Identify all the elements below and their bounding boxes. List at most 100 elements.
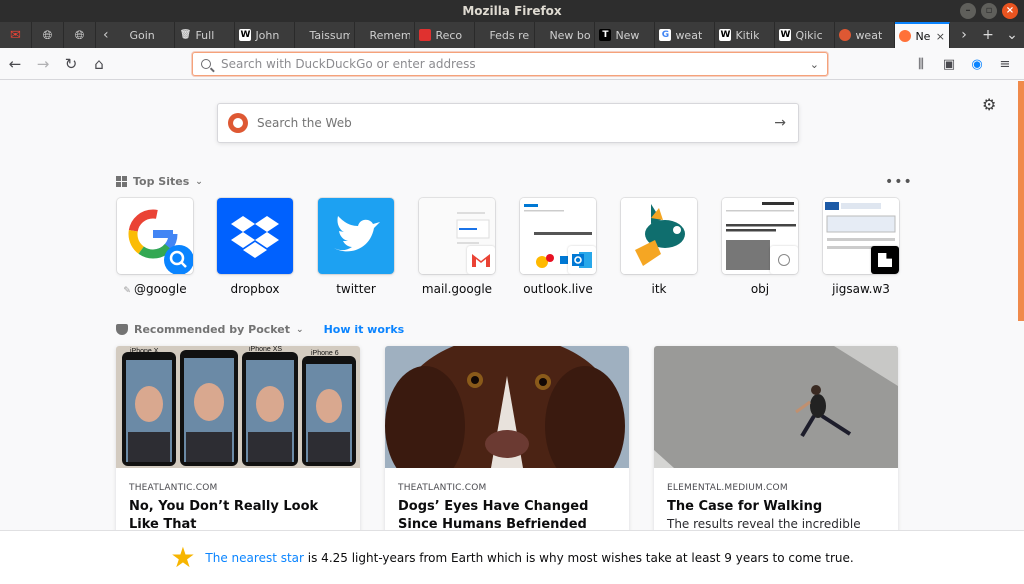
top-site-jigsaw[interactable]: jigsaw.w3: [823, 198, 899, 296]
tab-label: New: [615, 28, 640, 42]
site-label: dropbox: [230, 282, 280, 296]
wikipedia-icon: W: [779, 29, 792, 41]
tab-5[interactable]: Reco: [415, 22, 476, 48]
card-image: iPhone X iPhone XS iPhone 6: [116, 346, 360, 468]
top-sites-header[interactable]: Top Sites ⌄: [116, 175, 203, 188]
reload-icon: ↻: [64, 54, 78, 73]
outlook-icon: [568, 246, 596, 274]
top-site-obj[interactable]: obj: [722, 198, 798, 296]
tab-label: Full: [195, 28, 215, 42]
trash-favicon-icon: 🗑︎: [179, 29, 192, 41]
web-search-box[interactable]: Search the Web →: [217, 103, 799, 143]
site-tile: [217, 198, 293, 274]
account-button[interactable]: ◉: [964, 51, 990, 77]
tab-7[interactable]: New bo: [535, 22, 596, 48]
star-icon: ★: [170, 540, 196, 574]
top-site-google[interactable]: ✎ @google: [117, 198, 193, 296]
account-icon: ◉: [971, 56, 983, 72]
top-site-outlook[interactable]: outlook.live: [520, 198, 596, 296]
gmail-icon: ✉: [10, 27, 21, 43]
site-tile: [621, 198, 697, 274]
wikipedia-icon: W: [719, 29, 732, 41]
card-source: ELEMENTAL.MEDIUM.COM: [667, 483, 788, 493]
chevron-left-icon: ‹: [102, 27, 109, 43]
how-it-works-link[interactable]: How it works: [324, 323, 405, 336]
close-tab-icon[interactable]: ×: [936, 30, 945, 43]
tab-2[interactable]: W John: [235, 22, 296, 48]
tab-3[interactable]: Taissum: [295, 22, 356, 48]
tab-1[interactable]: 🗑︎ Full: [175, 22, 236, 48]
snippet-bar: ★ The nearest star is 4.25 light-years f…: [0, 530, 1024, 584]
scrollbar[interactable]: [1018, 81, 1024, 321]
arrow-right-icon[interactable]: →: [774, 115, 786, 131]
menu-button[interactable]: ≡: [992, 51, 1018, 77]
site-label: jigsaw.w3: [832, 282, 890, 296]
chevron-down-icon[interactable]: ⌄: [810, 58, 819, 71]
pinned-tab-globe[interactable]: 🌐︎: [64, 22, 97, 48]
pocket-card-3[interactable]: ELEMENTAL.MEDIUM.COM The Case for Walkin…: [654, 346, 898, 536]
sidebar-icon: ▣: [942, 56, 956, 72]
site-tile: [117, 198, 193, 274]
tab-active[interactable]: Ne ×: [895, 22, 950, 48]
nav-right-tools: ⫼ ▣ ◉ ≡: [906, 51, 1018, 77]
tab-4[interactable]: Remem: [355, 22, 416, 48]
pocket-card-1[interactable]: iPhone X iPhone XS iPhone 6 THEATLANTIC.…: [116, 346, 360, 536]
pinned-tab-globe[interactable]: 🌐︎: [32, 22, 65, 48]
maximize-button[interactable]: ▫: [981, 3, 997, 19]
top-site-dropbox[interactable]: dropbox: [217, 198, 293, 296]
google-icon: [128, 209, 193, 274]
address-bar-placeholder: Search with DuckDuckGo or enter address: [221, 57, 476, 71]
tab-10[interactable]: W Kitik: [715, 22, 776, 48]
tab-11[interactable]: W Qikic: [775, 22, 836, 48]
site-screenshot: [722, 198, 798, 274]
address-bar[interactable]: Search with DuckDuckGo or enter address …: [192, 52, 828, 76]
back-button[interactable]: ←: [2, 51, 28, 77]
close-window-button[interactable]: ×: [1002, 3, 1018, 19]
chevron-down-icon: ⌄: [296, 324, 304, 335]
pocket-heading: Recommended by Pocket: [134, 323, 291, 336]
pocket-card-2[interactable]: THEATLANTIC.COM Dogs’ Eyes Have Changed …: [385, 346, 629, 536]
image-label: iPhone XS: [249, 346, 282, 353]
tab-12[interactable]: weat: [835, 22, 896, 48]
tabs-scroll-left-button[interactable]: ‹: [96, 22, 115, 48]
site-label: outlook.live: [523, 282, 593, 296]
tab-list-button[interactable]: ⌄: [1000, 27, 1024, 43]
window-controls: – ▫ ×: [960, 3, 1018, 19]
pinned-tab-gmail[interactable]: ✉: [0, 22, 33, 48]
google-icon: G: [659, 29, 672, 41]
gear-icon[interactable]: ⚙: [982, 95, 996, 114]
t-favicon-icon: T: [599, 29, 612, 41]
tab-9[interactable]: Gweat: [655, 22, 716, 48]
reload-button[interactable]: ↻: [58, 51, 84, 77]
tab-label: Reco: [435, 28, 463, 42]
site-screenshot: [823, 198, 899, 274]
top-site-twitter[interactable]: twitter: [318, 198, 394, 296]
tab-strip-end: › + ⌄: [952, 22, 1024, 48]
tab-6[interactable]: Feds re: [475, 22, 536, 48]
snippet-link[interactable]: The nearest star: [205, 551, 304, 565]
tab-label: New bo: [549, 28, 591, 42]
site-screenshot: [520, 198, 596, 274]
tabs-scroll-right-button[interactable]: ›: [952, 27, 976, 43]
tab-8[interactable]: T New: [595, 22, 656, 48]
top-site-itk[interactable]: itk: [621, 198, 697, 296]
card-image: [385, 346, 629, 496]
sidebar-button[interactable]: ▣: [936, 51, 962, 77]
forward-button[interactable]: →: [30, 51, 56, 77]
duckduckgo-icon: [839, 29, 852, 41]
minimize-button[interactable]: –: [960, 3, 976, 19]
card-source: THEATLANTIC.COM: [129, 483, 218, 493]
more-options-icon[interactable]: •••: [885, 174, 913, 190]
card-title: No, You Don’t Really Look Like That: [129, 499, 319, 532]
library-button[interactable]: ⫼: [908, 51, 934, 77]
pocket-header[interactable]: Recommended by Pocket ⌄ How it works: [116, 323, 404, 336]
new-tab-button[interactable]: +: [976, 27, 1000, 43]
top-site-mail-google[interactable]: mail.google: [419, 198, 495, 296]
pocket-icon: [116, 324, 128, 335]
globe-icon: 🌐︎: [42, 27, 53, 42]
chevron-down-icon: ⌄: [195, 176, 203, 187]
tab-0[interactable]: Goin: [115, 22, 176, 48]
duckduckgo-icon: [228, 113, 248, 133]
tab-label: Goin: [129, 28, 155, 42]
home-button[interactable]: ⌂: [86, 51, 112, 77]
